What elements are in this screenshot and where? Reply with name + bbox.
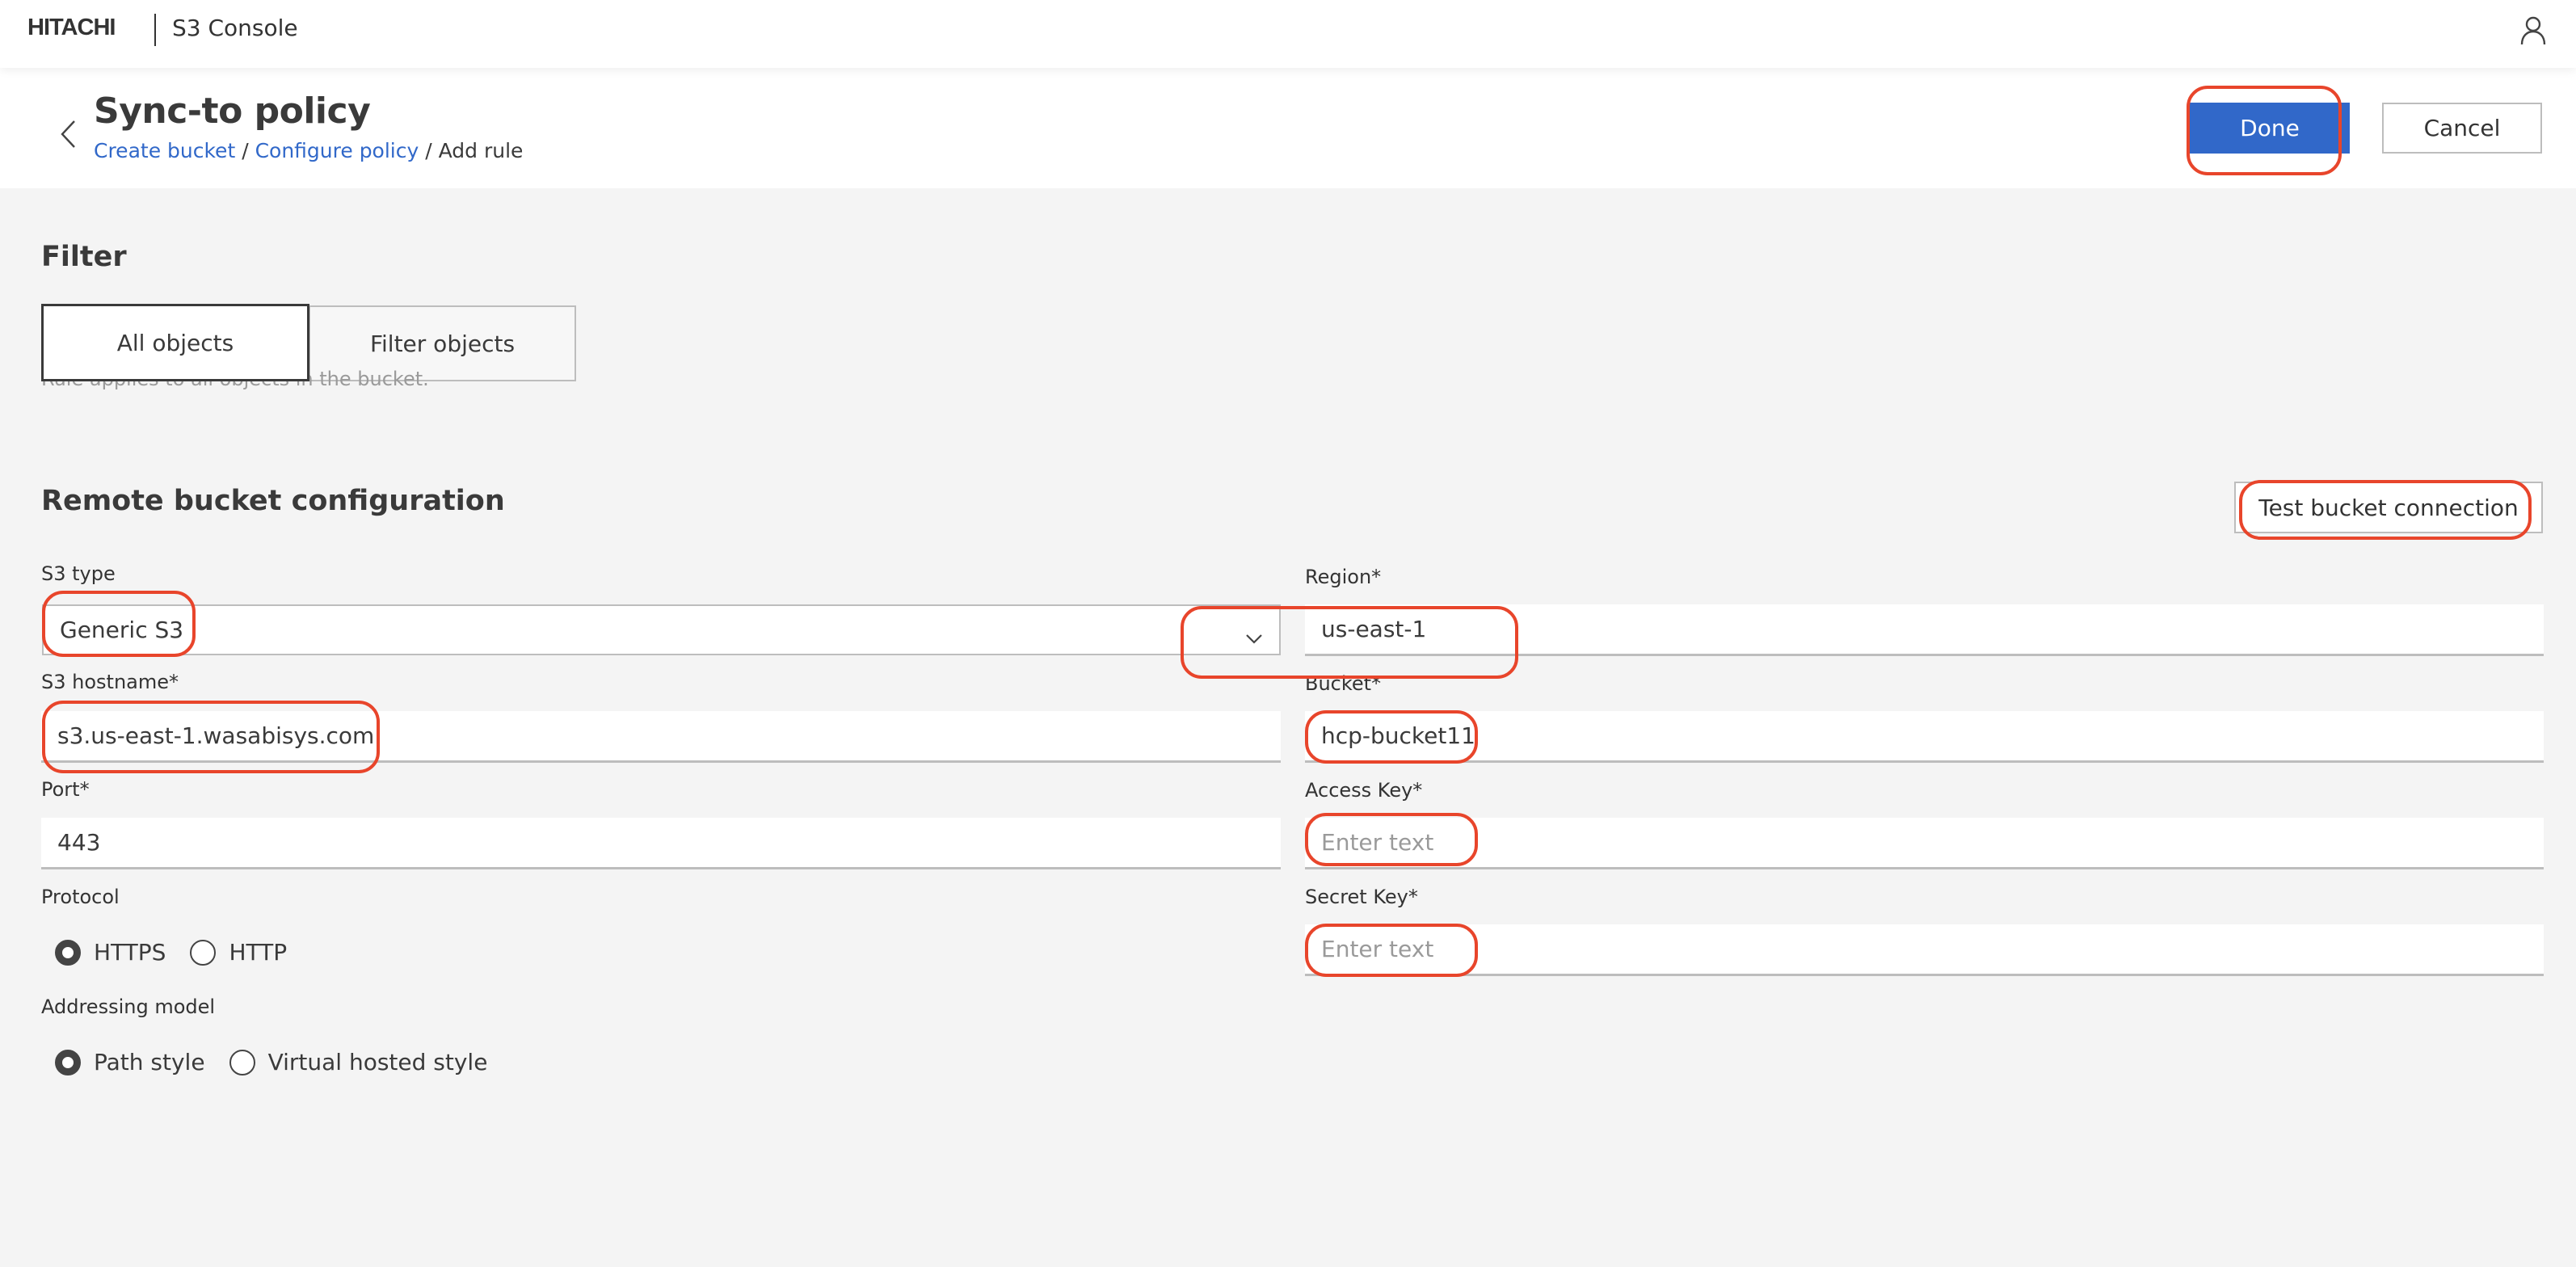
chevron-down-icon[interactable]	[1245, 624, 1263, 644]
s3-hostname-input[interactable]	[41, 711, 1281, 763]
radio-label: HTTPS	[94, 939, 166, 966]
protocol-https-option[interactable]: HTTPS	[55, 939, 166, 966]
done-button[interactable]: Done	[2190, 103, 2350, 154]
breadcrumb: Create bucket / Configure policy / Add r…	[94, 139, 523, 162]
chevron-left-icon[interactable]	[58, 118, 78, 150]
addressing-virtual-hosted-option[interactable]: Virtual hosted style	[229, 1049, 488, 1075]
protocol-http-option[interactable]: HTTP	[190, 939, 287, 966]
app-name: S3 Console	[172, 15, 298, 41]
app-header: HITACHI S3 Console	[0, 0, 2576, 68]
cancel-button[interactable]: Cancel	[2382, 103, 2542, 154]
breadcrumb-configure-policy[interactable]: Configure policy	[255, 139, 419, 162]
s3-type-select[interactable]: Generic S3	[42, 604, 1281, 655]
radio-checked-icon[interactable]	[55, 939, 81, 966]
breadcrumb-current: Add rule	[438, 139, 524, 162]
breadcrumb-create-bucket[interactable]: Create bucket	[94, 139, 235, 162]
user-icon[interactable]	[2519, 16, 2547, 45]
s3-hostname-label: S3 hostname*	[41, 671, 179, 693]
s3-type-label: S3 type	[41, 562, 116, 585]
protocol-label: Protocol	[41, 886, 120, 908]
addressing-model-label: Addressing model	[41, 996, 216, 1018]
test-bucket-connection-button[interactable]: Test bucket connection	[2234, 482, 2543, 533]
secret-key-input[interactable]	[1305, 924, 2544, 976]
all-objects-toggle[interactable]: All objects	[41, 304, 309, 381]
region-input[interactable]	[1305, 604, 2544, 656]
radio-label: HTTP	[229, 939, 288, 966]
bucket-input[interactable]	[1305, 711, 2544, 763]
brand-divider	[154, 14, 156, 46]
radio-label: Virtual hosted style	[267, 1049, 488, 1075]
breadcrumb-separator: /	[419, 139, 439, 162]
page-title: Sync-to policy	[94, 90, 371, 132]
filter-section-title: Filter	[41, 241, 127, 273]
remote-config-title: Remote bucket configuration	[41, 485, 505, 517]
port-input[interactable]	[41, 818, 1281, 869]
s3-type-value: Generic S3	[60, 617, 184, 643]
secret-key-label: Secret Key*	[1305, 886, 1418, 908]
addressing-path-style-option[interactable]: Path style	[55, 1049, 205, 1075]
region-label: Region*	[1305, 566, 1382, 588]
brand-logo: HITACHI	[27, 15, 116, 40]
breadcrumb-separator: /	[235, 139, 255, 162]
radio-checked-icon[interactable]	[55, 1049, 81, 1075]
protocol-radio-group: HTTPS HTTP	[55, 939, 311, 966]
port-label: Port*	[41, 778, 90, 801]
bucket-label: Bucket*	[1305, 672, 1382, 695]
radio-unchecked-icon[interactable]	[229, 1049, 255, 1075]
addressing-radio-group: Path style Virtual hosted style	[55, 1049, 511, 1075]
access-key-input[interactable]	[1305, 818, 2544, 869]
radio-label: Path style	[94, 1049, 205, 1075]
access-key-label: Access Key*	[1305, 779, 1423, 802]
radio-unchecked-icon[interactable]	[190, 939, 217, 966]
